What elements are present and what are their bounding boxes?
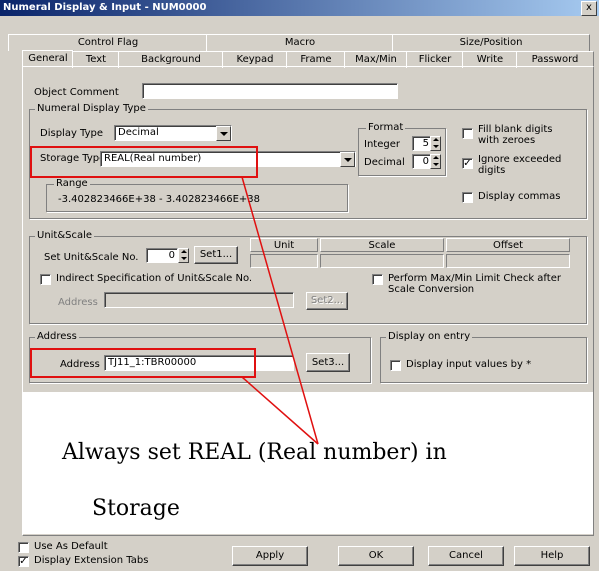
callout-line-address bbox=[241, 376, 319, 445]
callout-lines bbox=[241, 176, 319, 445]
callout-line-storage bbox=[241, 176, 319, 445]
